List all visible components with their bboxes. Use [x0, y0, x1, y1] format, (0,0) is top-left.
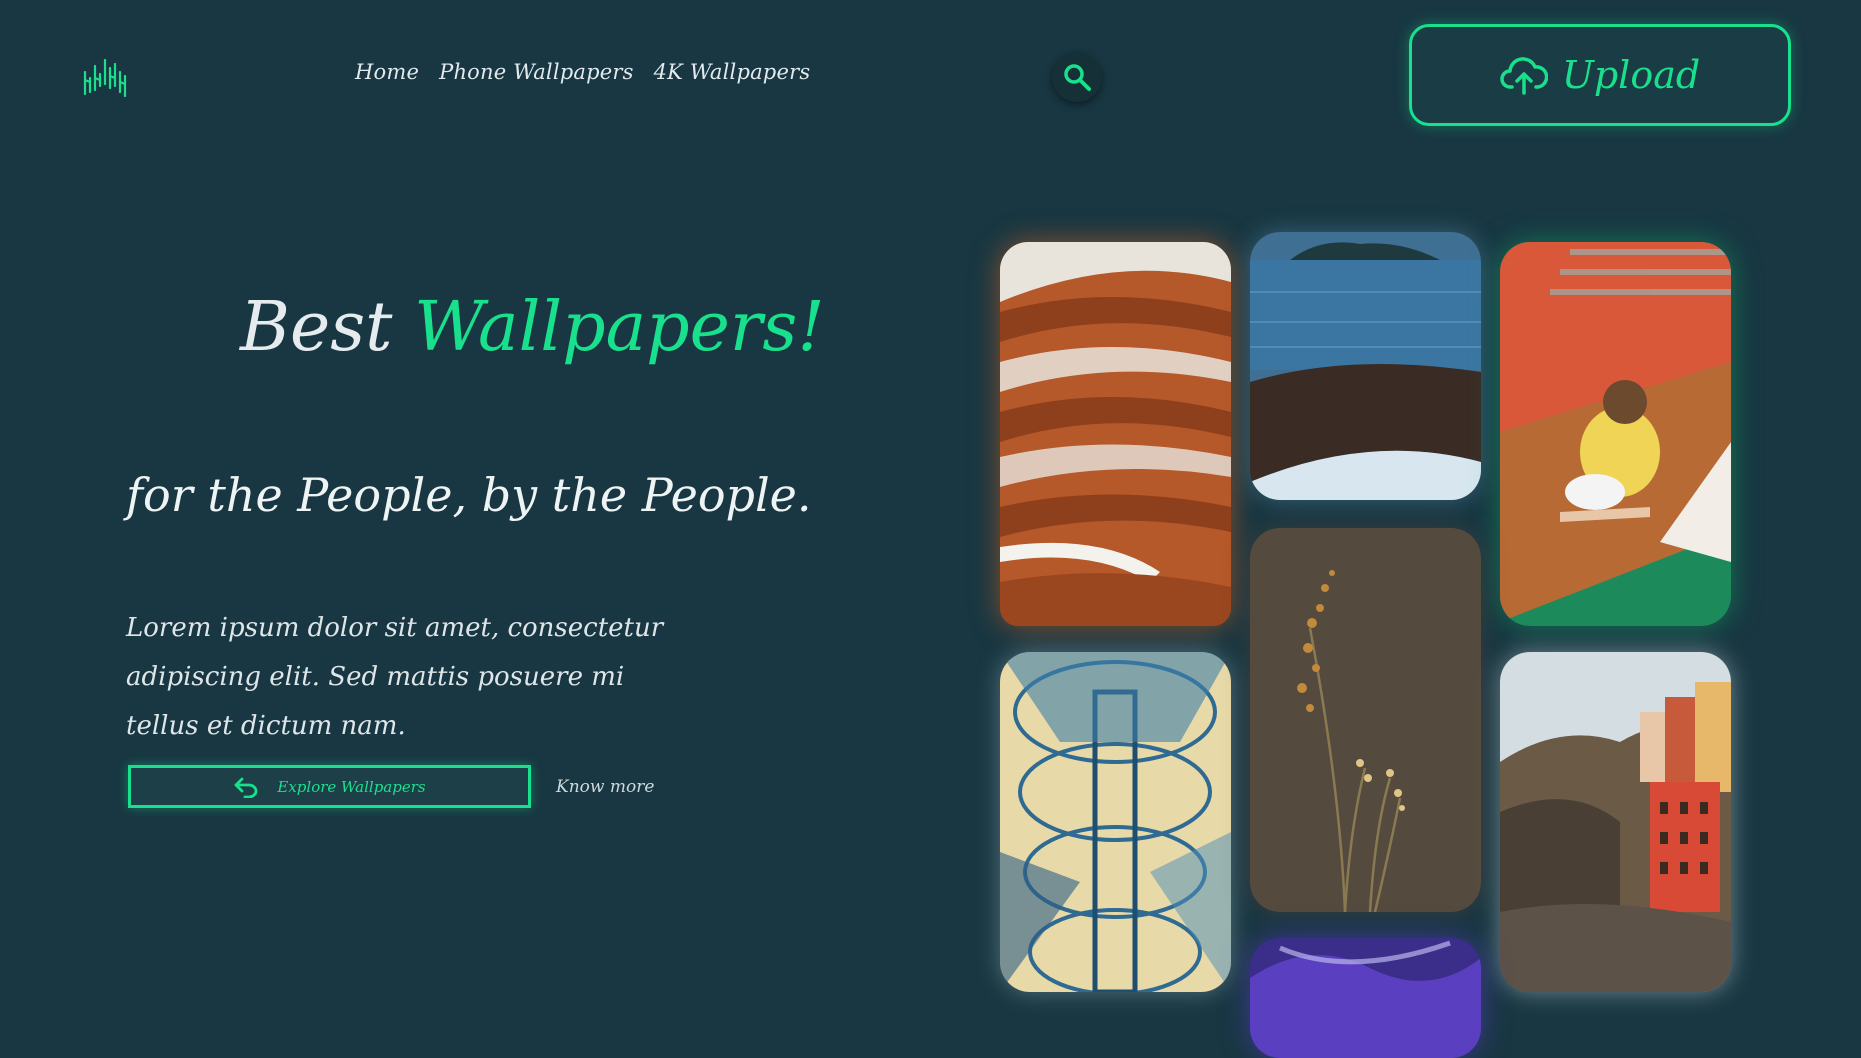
main-nav: Home Phone Wallpapers 4K Wallpapers: [355, 60, 810, 84]
explore-label: Explore Wallpapers: [277, 777, 426, 796]
nav-item-4k-wallpapers[interactable]: 4K Wallpapers: [654, 60, 811, 84]
undo-arrow-icon: [234, 777, 258, 798]
explore-wallpapers-button[interactable]: Explore Wallpapers: [128, 765, 531, 808]
girl-on-court-wallpaper[interactable]: [1500, 242, 1731, 626]
cloud-upload-icon: [1500, 57, 1548, 95]
page-title: Best Wallpapers!: [240, 288, 825, 367]
upload-button[interactable]: Upload: [1409, 24, 1791, 126]
sea-shore-wallpaper[interactable]: [1250, 232, 1481, 500]
logo-icon[interactable]: [82, 56, 130, 98]
cliffside-village-wallpaper[interactable]: [1500, 652, 1731, 992]
title-accent: Wallpapers!: [414, 288, 825, 367]
purple-abstract-wallpaper[interactable]: [1250, 938, 1481, 1058]
nav-item-home[interactable]: Home: [355, 60, 419, 84]
orange-architecture-wallpaper[interactable]: [1000, 242, 1231, 626]
title-word: Best: [240, 288, 393, 367]
spiral-staircase-wallpaper[interactable]: [1000, 652, 1231, 992]
dried-flower-wallpaper[interactable]: [1250, 528, 1481, 912]
search-icon: [1064, 64, 1091, 91]
hero-subtitle: for the People, by the People.: [126, 468, 812, 522]
know-more-link[interactable]: Know more: [556, 777, 654, 797]
hero-description: Lorem ipsum dolor sit amet, consectetur …: [126, 613, 664, 741]
upload-label: Upload: [1561, 53, 1701, 97]
nav-item-phone-wallpapers[interactable]: Phone Wallpapers: [439, 60, 634, 84]
search-button[interactable]: [1052, 52, 1102, 102]
